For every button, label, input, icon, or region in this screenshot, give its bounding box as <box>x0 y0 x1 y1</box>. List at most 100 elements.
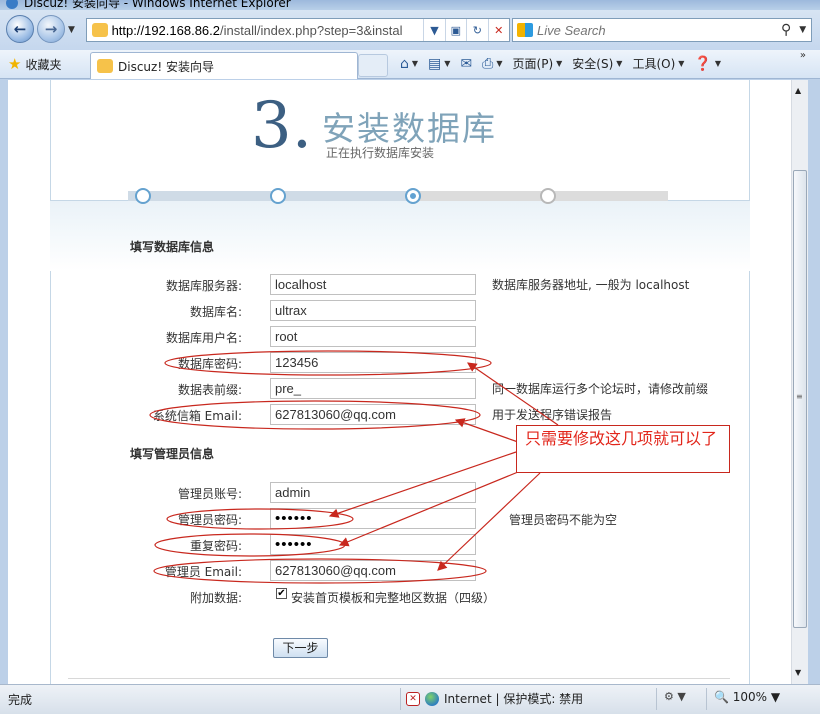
address-bar[interactable]: http://192.168.86.2/install/index.php?st… <box>86 18 510 42</box>
page-dropdown-icon: ▼ <box>556 59 563 68</box>
step-number: 3. <box>251 89 313 163</box>
home-dropdown-icon[interactable]: ▼ <box>412 59 418 68</box>
tools-menu[interactable]: 工具(O) ▼ <box>632 55 684 72</box>
security-zone[interactable]: ✕ Internet | 保护模式: 禁用 <box>406 690 583 707</box>
admin-password-input[interactable] <box>270 508 476 529</box>
status-text: 完成 <box>8 693 33 707</box>
page-menu[interactable]: 页面(P) ▼ <box>513 55 563 72</box>
scroll-up-arrow-icon[interactable]: ▲ <box>795 86 801 95</box>
page-menu-label: 页面(P) <box>512 57 554 71</box>
recent-pages-dropdown-icon[interactable]: ▼ <box>68 25 75 35</box>
status-bar: 完成 ✕ Internet | 保护模式: 禁用 ⚙ ▼ 🔍 100% ▼ <box>0 684 820 714</box>
internet-globe-icon <box>425 691 439 706</box>
new-tab-button[interactable] <box>358 54 388 77</box>
admin-email-label: 管理员 Email: <box>164 565 242 579</box>
tab-page-icon <box>97 59 113 73</box>
footer-divider <box>68 678 730 679</box>
db-host-input[interactable] <box>270 274 476 295</box>
progress-bar <box>128 188 668 204</box>
compatibility-view-icon[interactable]: ▣ <box>444 19 466 41</box>
status-separator <box>400 688 401 710</box>
admin-password-hint: 管理员密码不能为空 <box>509 513 618 527</box>
search-options-dropdown-icon[interactable]: ▼ <box>799 25 806 35</box>
help-menu[interactable]: ❓ ▼ <box>694 56 721 72</box>
back-button[interactable]: ← <box>6 15 34 43</box>
scroll-down-arrow-icon[interactable]: ▼ <box>795 668 801 677</box>
page-icon <box>92 23 108 37</box>
safety-menu-label: 安全(S) <box>572 57 614 71</box>
db-prefix-hint: 同一数据库运行多个论坛时，请修改前缀 <box>492 382 709 396</box>
repeat-password-input[interactable] <box>270 534 476 555</box>
window-right-border <box>808 80 820 684</box>
tab-command-row: ★ 收藏夹 Discuz! 安装向导 ⌂ ▼ ▤ ▼ ✉ ⎙ ▼ 页面(P) ▼ 安全(… <box>0 50 820 79</box>
tools-dropdown-icon: ▼ <box>678 59 685 68</box>
db-user-label: 数据库用户名: <box>165 331 242 345</box>
extra-data-label: 附加数据: <box>189 591 242 605</box>
db-password-input[interactable] <box>270 352 476 373</box>
forward-button[interactable]: → <box>37 15 65 43</box>
home-button[interactable]: ⌂ ▼ <box>400 56 418 72</box>
search-icon[interactable]: ⚲ <box>781 22 791 38</box>
next-step-button[interactable]: 下一步 <box>273 638 328 658</box>
favorites-star-icon: ★ <box>8 55 22 73</box>
status-separator <box>656 688 657 710</box>
url-dropdown-icon[interactable]: ▼ <box>423 19 444 41</box>
db-user-input[interactable] <box>270 326 476 347</box>
status-separator <box>706 688 707 710</box>
admin-section-title: 填写管理员信息 <box>130 447 215 461</box>
extra-data-checkbox[interactable]: ✔ <box>276 588 287 599</box>
printer-icon: ⎙ <box>482 55 494 72</box>
db-password-label: 数据库密码: <box>177 357 242 371</box>
print-button[interactable]: ⎙ ▼ <box>482 56 502 72</box>
db-prefix-input[interactable] <box>270 378 476 399</box>
rss-feed-icon: ▤ <box>428 55 442 72</box>
db-host-hint: 数据库服务器地址, 一般为 localhost <box>492 278 690 292</box>
address-row: ← → ▼ http://192.168.86.2/install/index.… <box>0 10 820 50</box>
command-bar: ⌂ ▼ ▤ ▼ ✉ ⎙ ▼ 页面(P) ▼ 安全(S) ▼ 工具(O) ▼ ❓ ▼ <box>400 55 721 72</box>
status-tools-icon[interactable]: ⚙ ▼ <box>664 690 686 703</box>
progress-step-dot <box>270 188 286 204</box>
progress-step-dot <box>540 188 556 204</box>
feeds-dropdown-icon[interactable]: ▼ <box>444 59 450 68</box>
window-title: Discuz! 安装向导 - Windows Internet Explorer <box>24 0 291 10</box>
admin-user-input[interactable] <box>270 482 476 503</box>
safety-menu[interactable]: 安全(S) ▼ <box>572 55 622 72</box>
feeds-button[interactable]: ▤ ▼ <box>428 56 450 72</box>
admin-password-label: 管理员密码: <box>177 513 242 527</box>
tools-menu-label: 工具(O) <box>632 57 676 71</box>
db-section-title: 填写数据库信息 <box>130 240 215 254</box>
stop-icon[interactable]: ✕ <box>487 19 509 41</box>
admin-user-label: 管理员账号: <box>177 487 242 501</box>
step-subtitle: 正在执行数据库安装 <box>326 146 435 160</box>
admin-email-input[interactable] <box>270 560 476 581</box>
step-title: 安装数据库 <box>322 109 497 148</box>
db-prefix-label: 数据表前缀: <box>177 383 242 397</box>
help-icon: ❓ <box>694 55 712 72</box>
help-dropdown-icon: ▼ <box>714 59 721 68</box>
favorites-label: 收藏夹 <box>25 57 62 72</box>
search-input[interactable] <box>537 22 777 38</box>
url-path: /install/index.php?step=3&instal <box>220 22 403 38</box>
extra-data-checkbox-label[interactable]: 安装首页模板和完整地区数据（四级） <box>291 589 495 606</box>
ie-icon <box>6 0 18 9</box>
toolbar-overflow-chevron[interactable]: » <box>800 50 806 61</box>
popup-blocked-icon: ✕ <box>406 691 420 706</box>
url-text[interactable]: http://192.168.86.2/install/index.php?st… <box>112 23 424 38</box>
favorites-button[interactable]: ★ 收藏夹 <box>8 55 61 73</box>
search-box[interactable]: ⚲ ▼ <box>512 18 812 42</box>
vertical-scrollbar[interactable]: ▲ ≡ ▼ <box>791 80 808 684</box>
tab-discuz-install[interactable]: Discuz! 安装向导 <box>90 52 358 79</box>
db-name-input[interactable] <box>270 300 476 321</box>
system-email-input[interactable] <box>270 404 476 425</box>
url-host: http://192.168.86.2 <box>111 22 221 38</box>
db-name-label: 数据库名: <box>189 305 242 319</box>
scrollbar-grip-icon: ≡ <box>796 392 803 401</box>
zoom-level: 100% <box>732 690 768 704</box>
mail-icon: ✉ <box>460 55 473 72</box>
print-dropdown-icon[interactable]: ▼ <box>496 59 502 68</box>
page-viewport: 3. 安装数据库 正在执行数据库安装 填写数据库信息 数据库服务器: 数据库服务… <box>8 80 791 684</box>
system-email-label: 系统信箱 Email: <box>152 409 242 423</box>
zoom-control[interactable]: 🔍 100% ▼ <box>714 690 780 704</box>
refresh-icon[interactable]: ↻ <box>466 19 487 41</box>
mail-button[interactable]: ✉ <box>460 56 472 72</box>
